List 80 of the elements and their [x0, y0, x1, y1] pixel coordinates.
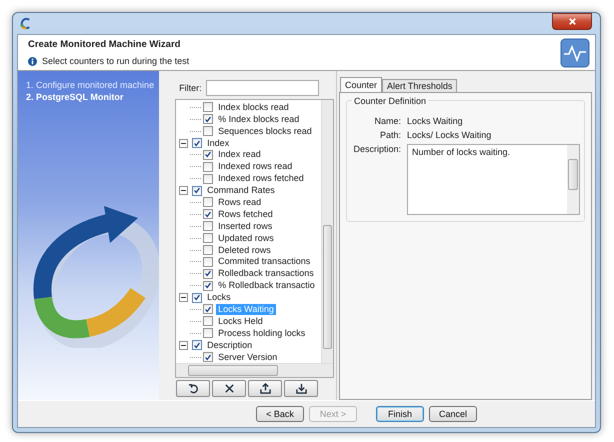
tree-item[interactable]: Index read	[216, 149, 263, 160]
checkbox[interactable]	[203, 328, 214, 338]
tree-item[interactable]: Server Version	[216, 352, 280, 363]
filter-field[interactable]	[206, 80, 319, 96]
checkbox[interactable]	[203, 304, 214, 314]
checkbox[interactable]	[192, 138, 202, 148]
field-label: Name:	[373, 116, 401, 126]
checkbox[interactable]	[203, 245, 214, 256]
tab[interactable]: Counter	[340, 77, 382, 92]
collapse-icon[interactable]	[179, 138, 188, 148]
tree-item[interactable]: Index blocks read	[216, 102, 291, 113]
wizard-button[interactable]: < Back	[256, 406, 304, 422]
tab[interactable]: Alert Thresholds	[382, 79, 458, 92]
pulse-icon	[560, 38, 590, 68]
horizontal-scrollbar[interactable]	[176, 363, 333, 377]
checkbox[interactable]	[203, 280, 214, 291]
checkbox[interactable]	[192, 292, 202, 303]
upload-icon	[260, 383, 271, 394]
checkbox[interactable]	[203, 233, 214, 244]
checkbox[interactable]	[203, 174, 214, 184]
checkbox[interactable]	[203, 209, 214, 220]
field-label: Path:	[378, 130, 401, 140]
wizard-subtitle: Select counters to run during the test	[42, 56, 190, 66]
undo-icon	[188, 383, 199, 394]
checkbox[interactable]	[203, 197, 214, 208]
download-icon	[296, 383, 307, 394]
tree-item[interactable]: Process holding locks	[216, 328, 308, 339]
tree-item[interactable]: Description	[205, 340, 254, 351]
collapse-icon[interactable]	[179, 186, 188, 196]
checkbox[interactable]	[192, 186, 202, 196]
tree-item[interactable]: Rolledback transactions	[216, 268, 316, 280]
checkbox[interactable]	[203, 150, 214, 160]
description-field[interactable]: Number of locks waiting.	[407, 144, 580, 216]
toolbar-button[interactable]	[212, 380, 246, 397]
collapse-icon[interactable]	[179, 293, 188, 302]
checkbox[interactable]	[203, 126, 214, 136]
field-value: Locks Waiting	[407, 116, 463, 126]
checkbox[interactable]	[203, 352, 214, 362]
checkbox[interactable]	[203, 162, 214, 172]
checkbox[interactable]	[203, 268, 214, 279]
app-icon	[19, 17, 32, 30]
tree-item[interactable]: Indexed rows read	[216, 161, 294, 172]
toolbar-button[interactable]	[284, 380, 318, 397]
info-icon	[28, 56, 37, 66]
tree-item[interactable]: % Index blocks read	[216, 114, 302, 125]
tree-item[interactable]: Rows fetched	[216, 208, 275, 220]
close-button[interactable]	[552, 12, 592, 30]
group-title: Counter Definition	[352, 96, 428, 106]
tree-item[interactable]: Indexed rows fetched	[216, 173, 306, 184]
tree-item[interactable]: Deleted rows	[216, 244, 273, 256]
wizard-button[interactable]: Finish	[376, 406, 424, 422]
toolbar-button[interactable]	[248, 380, 282, 397]
close-icon	[224, 383, 235, 394]
close-icon	[568, 16, 576, 26]
tree-item[interactable]: Index	[205, 138, 232, 149]
checkbox[interactable]	[203, 114, 214, 124]
tree-item[interactable]: Locks	[205, 292, 233, 304]
tree-item[interactable]: Locks Held	[216, 316, 265, 327]
wizard-button[interactable]: Cancel	[429, 406, 477, 422]
collapse-icon[interactable]	[179, 340, 188, 350]
checkbox[interactable]	[203, 316, 214, 326]
checkbox[interactable]	[192, 340, 202, 350]
tree-item[interactable]: Sequences blocks read	[216, 126, 314, 137]
filter-label: Filter:	[179, 83, 202, 94]
wizard-title: Create Monitored Machine Wizard	[28, 39, 182, 50]
tree-item[interactable]: Rows read	[216, 196, 264, 208]
field-value: Locks/ Locks Waiting	[407, 130, 492, 140]
checkbox[interactable]	[203, 102, 214, 112]
toolbar-button[interactable]	[176, 380, 210, 397]
checkbox[interactable]	[203, 221, 214, 232]
wizard-step: 1. Configure monitored machine	[26, 79, 160, 92]
wizard-step: 2. PostgreSQL Monitor	[26, 91, 160, 104]
tree-item[interactable]: % Rolledback transactio	[216, 280, 317, 292]
tree-item[interactable]: Updated rows	[216, 232, 276, 244]
vertical-scrollbar[interactable]	[321, 100, 333, 363]
tree-item[interactable]: Commited transactions	[216, 256, 312, 268]
tree-item[interactable]: Inserted rows	[216, 220, 274, 232]
field-label: Description:	[352, 144, 401, 154]
tree-item[interactable]: Command Rates	[205, 185, 277, 196]
checkbox[interactable]	[203, 256, 214, 267]
